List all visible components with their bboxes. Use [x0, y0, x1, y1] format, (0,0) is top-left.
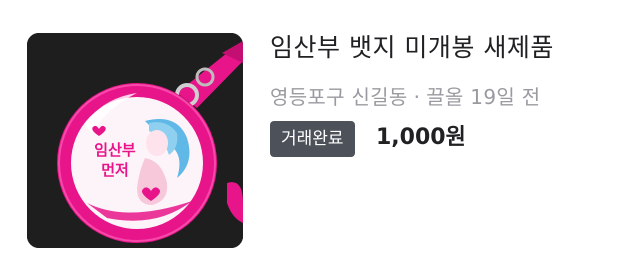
- badge-text-line2: 먼저: [101, 161, 129, 179]
- location-text: 영등포구 신길동: [270, 85, 408, 109]
- price-text: 1,000원: [376, 125, 466, 150]
- status-badge: 거래완료: [270, 121, 355, 157]
- pregnancy-badge-keychain-photo-icon: 임산부 먼저: [27, 33, 243, 248]
- badge-text-line1: 임산부: [94, 141, 136, 159]
- meta-separator: ·: [413, 85, 421, 109]
- listing-item[interactable]: 임산부 먼저 임산부 뱃지 미개봉 새제품 영등포구 신길동 · 끌올 19일 전 …: [0, 0, 643, 265]
- product-thumbnail[interactable]: 임산부 먼저: [27, 33, 243, 248]
- listing-title[interactable]: 임산부 뱃지 미개봉 새제품: [270, 30, 554, 66]
- time-text: 끌올 19일 전: [426, 85, 541, 109]
- listing-meta: 영등포구 신길동 · 끌올 19일 전: [270, 82, 540, 112]
